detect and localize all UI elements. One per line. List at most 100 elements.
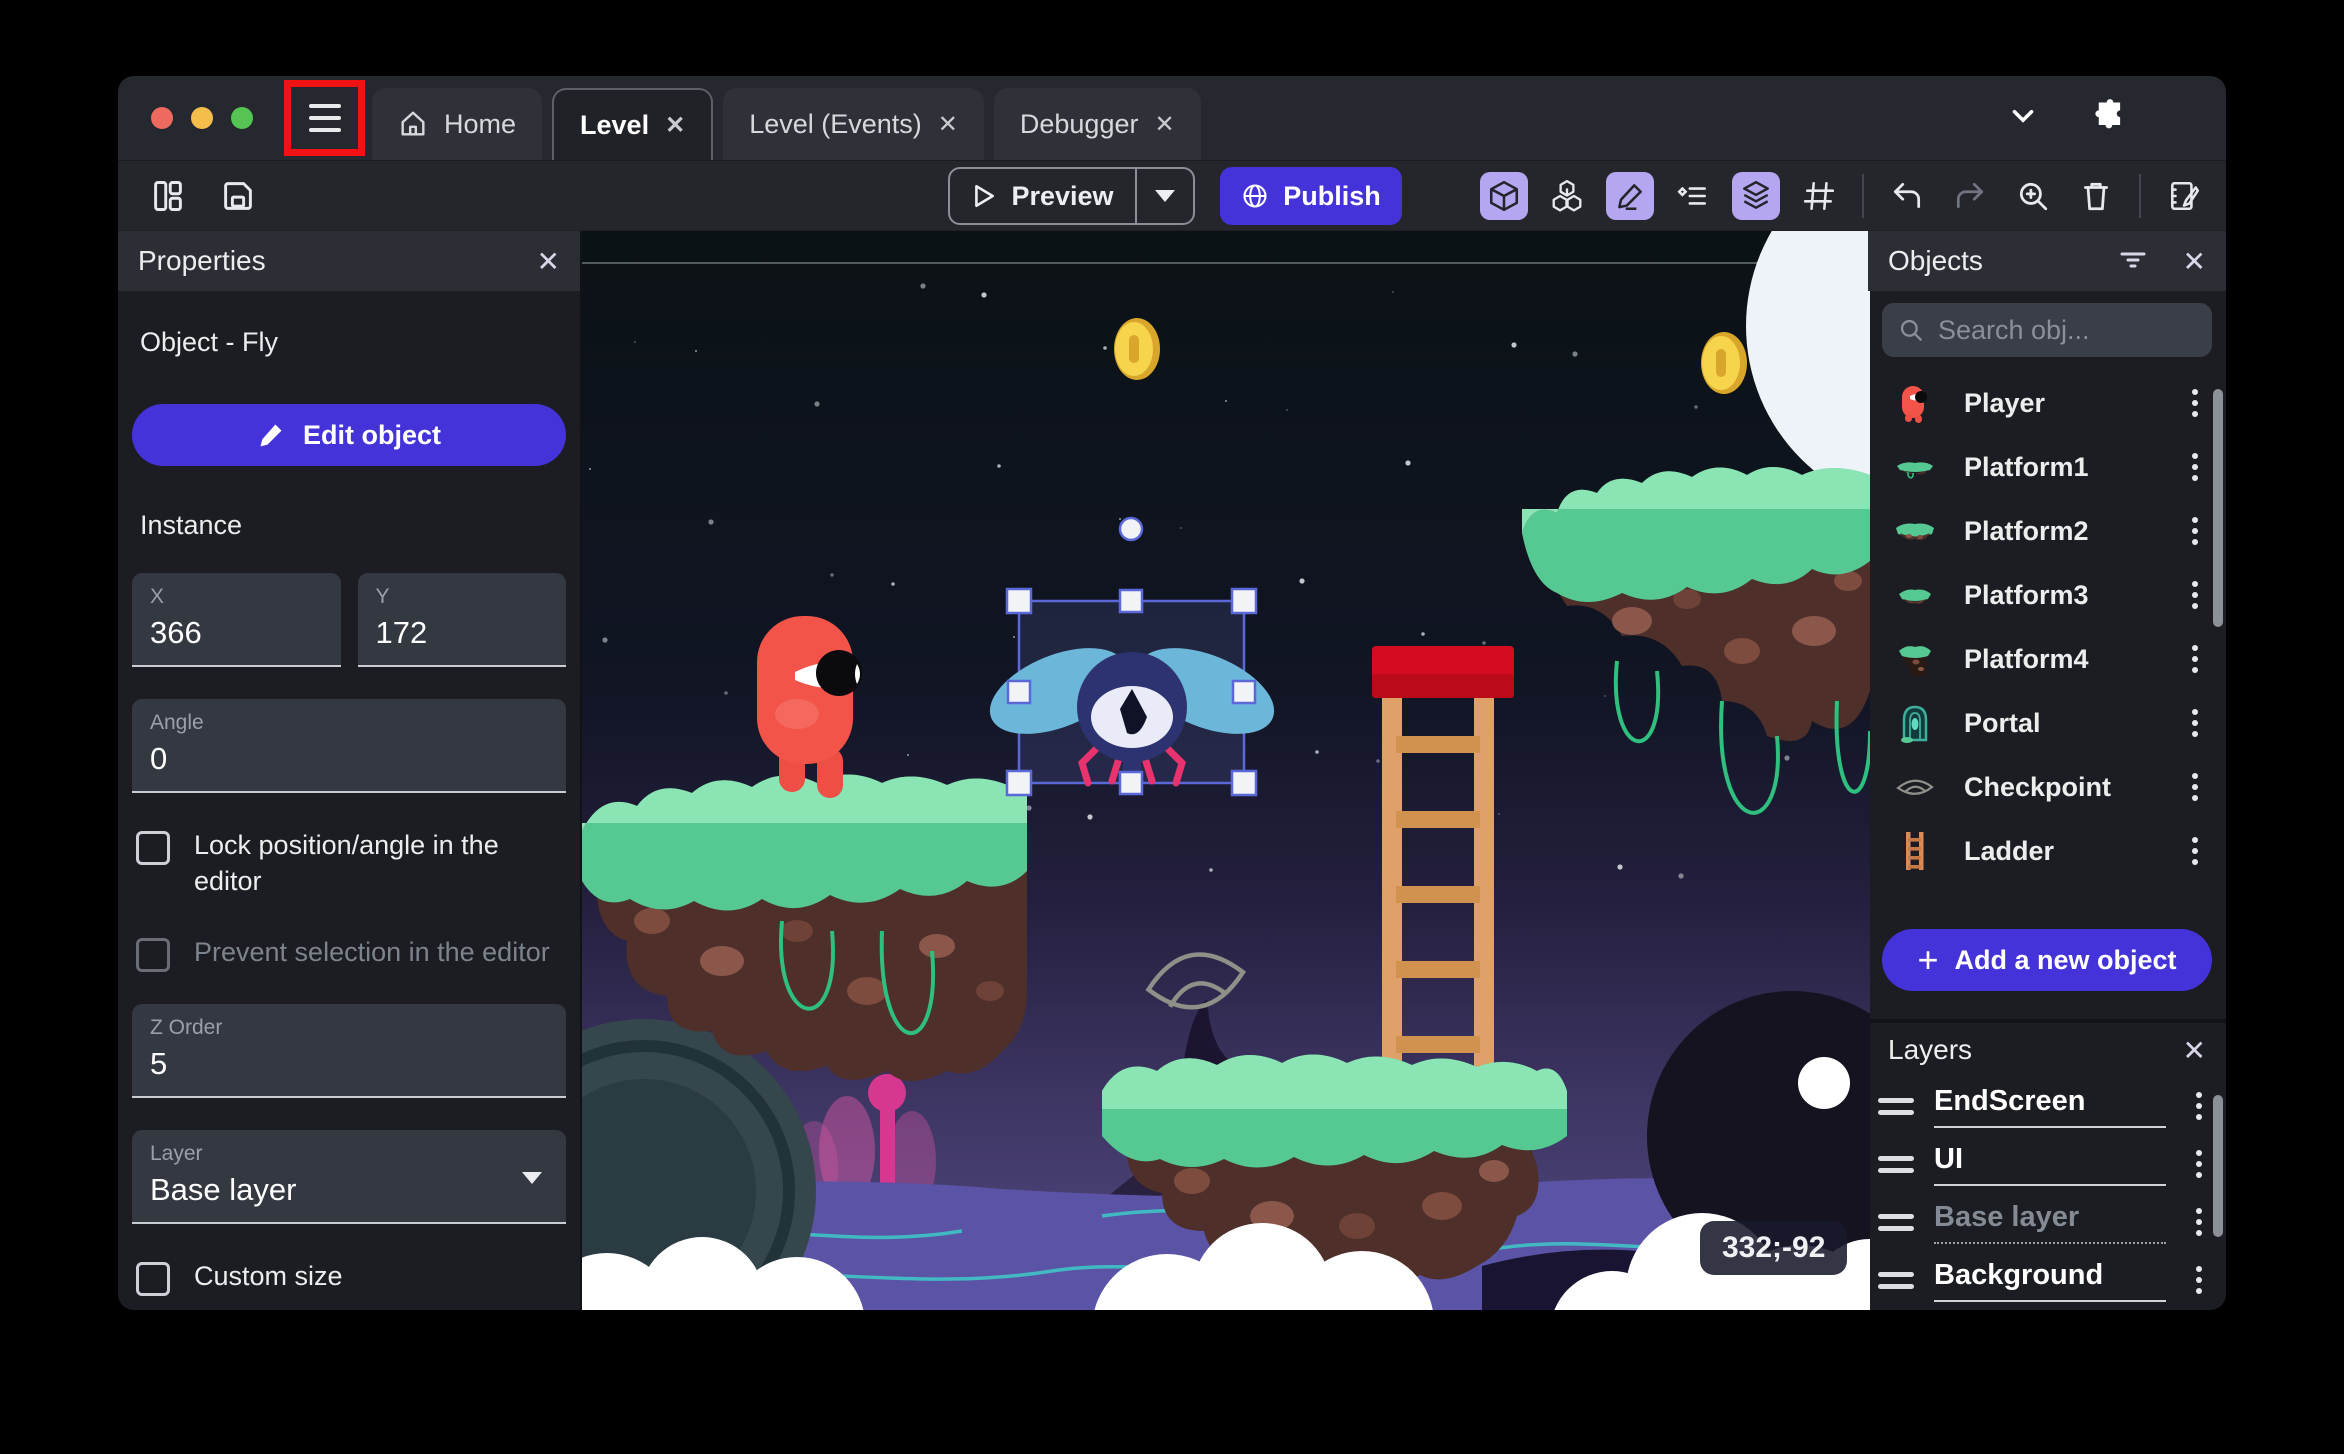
layer-label: Layer	[150, 1141, 203, 1165]
object-menu-kebab-icon[interactable]	[2192, 464, 2198, 470]
pencil-icon	[260, 424, 282, 447]
filter-icon[interactable]	[2117, 243, 2149, 280]
selected-object-heading: Object - Fly	[140, 327, 279, 357]
portal-thumbnail	[1892, 700, 1938, 746]
tab-home[interactable]: Home	[372, 88, 543, 160]
layer-name: EndScreen	[1934, 1084, 2086, 1117]
layers-scrollbar[interactable]	[2213, 1095, 2223, 1237]
object-menu-kebab-icon[interactable]	[2192, 592, 2198, 598]
undo-icon[interactable]	[1883, 172, 1931, 220]
tab-debugger[interactable]: Debugger ✕	[993, 88, 1201, 160]
more-kebab-icon[interactable]	[2180, 109, 2200, 127]
edit-pencil-icon[interactable]	[1606, 172, 1654, 220]
minimize-window-button[interactable]	[191, 107, 213, 129]
tab-label: Debugger	[1019, 108, 1139, 139]
checkpoint-thumbnail	[1892, 764, 1938, 810]
close-window-button[interactable]	[151, 107, 173, 129]
object-item-portal[interactable]: Portal	[1868, 691, 2226, 755]
layers-icon[interactable]	[1732, 172, 1780, 220]
angle-field[interactable]: Angle 0	[132, 699, 566, 793]
main-menu-button[interactable]	[308, 104, 341, 132]
plus-icon: +	[1917, 939, 1939, 980]
toolbar: Preview Publish	[118, 160, 2226, 230]
add-object-button[interactable]: + Add a new object	[1882, 929, 2212, 991]
layer-menu-kebab-icon[interactable]	[2196, 1277, 2202, 1283]
object-item-checkpoint[interactable]: Checkpoint	[1868, 755, 2226, 819]
save-icon[interactable]	[214, 172, 262, 220]
instances-cubes-icon[interactable]	[1543, 172, 1591, 220]
tab-label: Level (Events)	[749, 108, 922, 139]
drag-handle-icon[interactable]	[1878, 1097, 1914, 1115]
object-item-player[interactable]: Player	[1868, 371, 2226, 435]
objects-scrollbar[interactable]	[2213, 389, 2223, 627]
coin	[1701, 332, 1747, 394]
close-icon[interactable]: ✕	[2183, 245, 2206, 278]
layer-row-background[interactable]: Background	[1868, 1251, 2226, 1309]
grid-icon[interactable]	[1795, 172, 1843, 220]
close-icon[interactable]: ✕	[2183, 1034, 2206, 1067]
object-label: Platform4	[1964, 643, 2089, 674]
custom-size-checkbox[interactable]	[136, 1261, 170, 1296]
object-item-platform4[interactable]: Platform4	[1868, 627, 2226, 691]
object-label: Player	[1964, 387, 2046, 418]
tab-level[interactable]: Level ✕	[552, 88, 714, 160]
object-menu-kebab-icon[interactable]	[2192, 784, 2198, 790]
layer-menu-kebab-icon[interactable]	[2196, 1219, 2202, 1225]
close-tab-icon[interactable]: ✕	[1154, 110, 1174, 139]
close-tab-icon[interactable]: ✕	[665, 111, 685, 140]
object-menu-kebab-icon[interactable]	[2192, 656, 2198, 662]
titlebar-actions	[2006, 76, 2200, 160]
lock-position-checkbox[interactable]	[136, 831, 170, 865]
delete-trash-icon[interactable]	[2072, 172, 2120, 220]
object-search-box[interactable]	[1882, 303, 2212, 357]
layer-name: Background	[1934, 1258, 2104, 1291]
tab-level-events[interactable]: Level (Events) ✕	[723, 88, 984, 160]
objects-mode-cube-icon[interactable]	[1480, 172, 1528, 220]
close-icon[interactable]: ✕	[537, 245, 560, 278]
x-position-field[interactable]: X 366	[132, 573, 341, 667]
zoom-in-icon[interactable]	[2009, 172, 2057, 220]
object-item-platform1[interactable]: Platform1	[1868, 435, 2226, 499]
edit-object-button[interactable]: Edit object	[132, 404, 566, 466]
object-menu-kebab-icon[interactable]	[2192, 848, 2198, 854]
redo-icon[interactable]	[1946, 172, 1994, 220]
layer-menu-kebab-icon[interactable]	[2196, 1161, 2202, 1167]
preview-label: Preview	[1011, 180, 1114, 211]
z-order-field[interactable]: Z Order 5	[132, 1003, 566, 1098]
y-label: Y	[375, 585, 390, 608]
layer-row-endscreen[interactable]: EndScreen	[1868, 1077, 2226, 1135]
layer-row-base-layer[interactable]: Base layer	[1868, 1193, 2226, 1251]
drag-handle-icon[interactable]	[1878, 1271, 1914, 1289]
zoom-window-button[interactable]	[231, 107, 253, 129]
instance-properties-icon[interactable]	[1669, 172, 1717, 220]
layer-select[interactable]: Layer Base layer	[132, 1129, 566, 1224]
layer-row-ui[interactable]: UI	[1868, 1135, 2226, 1193]
tab-strip: Home Level ✕ Level (Events) ✕ Debugger ✕	[372, 88, 1201, 160]
preview-dropdown-button[interactable]	[1137, 169, 1193, 223]
object-label: Ladder	[1964, 835, 2055, 866]
toggle-panels-icon[interactable]	[144, 172, 192, 220]
extensions-puzzle-icon[interactable]	[2092, 98, 2128, 139]
object-item-platform2[interactable]: Platform2	[1868, 499, 2226, 563]
platform3-thumbnail	[1892, 572, 1938, 618]
preview-button[interactable]: Preview	[948, 167, 1195, 225]
object-menu-kebab-icon[interactable]	[2192, 720, 2198, 726]
prevent-selection-checkbox[interactable]	[136, 937, 170, 972]
drag-handle-icon[interactable]	[1878, 1213, 1914, 1231]
publish-button[interactable]: Publish	[1220, 167, 1402, 225]
y-position-field[interactable]: Y 172	[357, 573, 566, 667]
layer-value: Base layer	[150, 1171, 297, 1207]
scene-canvas[interactable]: 332;-92	[472, 138, 2122, 1310]
object-item-platform3[interactable]: Platform3	[1868, 563, 2226, 627]
publish-label: Publish	[1283, 180, 1381, 211]
object-search-input[interactable]	[1937, 314, 2196, 346]
edit-scene-notes-icon[interactable]	[2160, 172, 2208, 220]
object-menu-kebab-icon[interactable]	[2192, 528, 2198, 534]
object-menu-kebab-icon[interactable]	[2192, 400, 2198, 406]
close-tab-icon[interactable]: ✕	[938, 110, 958, 139]
drag-handle-icon[interactable]	[1878, 1155, 1914, 1173]
chevron-down-icon[interactable]	[2006, 99, 2040, 138]
object-item-ladder[interactable]: Ladder	[1868, 819, 2226, 883]
layer-menu-kebab-icon[interactable]	[2196, 1103, 2202, 1109]
gdevelop-window: Home Level ✕ Level (Events) ✕ Debugger ✕	[118, 76, 2226, 1310]
